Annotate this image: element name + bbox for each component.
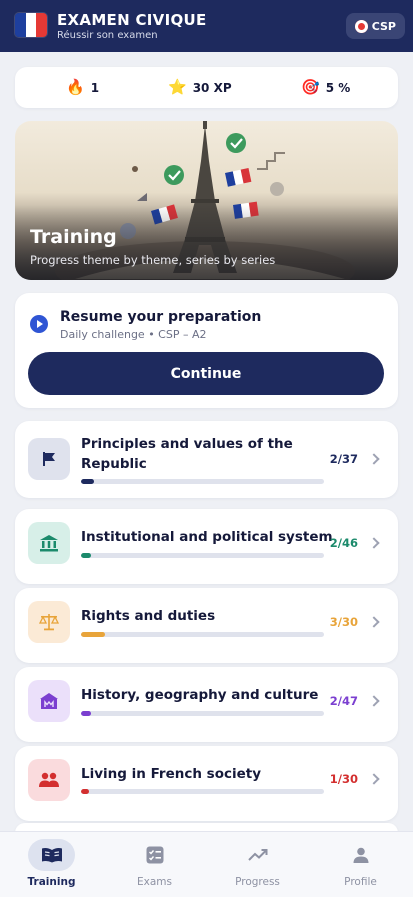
theme-title-line1: Principles and values of the [81,436,293,452]
theme-card-principles[interactable]: Principles and values of the Republic 2/… [15,421,398,498]
theme-count: 2/37 [329,452,358,466]
theme-count: 2/46 [329,536,358,550]
chevron-right-icon [368,616,380,628]
theme-title-line2: Republic [81,456,147,472]
fire-icon: 🔥 [66,78,85,96]
theme-card-society[interactable]: Living in French society 1/30 [15,746,398,821]
target-icon: 🎯 [301,78,320,96]
scales-icon [28,601,70,643]
score-stat: 🎯 5 % [301,67,350,108]
level-badge-label: CSP [371,19,396,33]
theme-count: 1/30 [329,772,358,786]
people-icon [28,759,70,801]
institution-icon [28,522,70,564]
theme-count: 2/47 [329,694,358,708]
museum-icon [28,680,70,722]
flag-blue-stripe [15,13,26,37]
continue-button[interactable]: Continue [28,352,384,395]
tab-profile[interactable]: Profile [309,832,412,897]
app-header: EXAMEN CIVIQUE Réussir son examen CSP [0,0,413,52]
theme-title: Institutional and political system [81,529,333,545]
stats-bar: 🔥 1 ⭐ 30 XP 🎯 5 % [15,67,398,108]
book-icon [28,839,75,871]
level-badge[interactable]: CSP [345,13,405,39]
theme-progress-fill [81,789,90,794]
streak-value: 1 [90,80,100,95]
theme-progress-bar [81,632,324,637]
hero-subtitle: Progress theme by theme, series by serie… [30,253,276,267]
theme-progress-bar [81,553,324,558]
chevron-right-icon [368,537,380,549]
tab-exams[interactable]: Exams [103,832,206,897]
resume-card: Resume your preparation Daily challenge … [15,293,398,408]
chevron-right-icon [368,695,380,707]
theme-title: History, geography and culture [81,687,319,703]
theme-progress-bar [81,479,324,484]
score-value: 5 % [325,80,351,95]
chevron-right-icon [368,773,380,785]
streak-stat: 🔥 1 [66,67,99,108]
bottom-tab-bar: Training Exams Progress Profile [0,831,413,897]
app-title: EXAMEN CIVIQUE [57,11,207,29]
star-icon: ⭐ [168,78,187,96]
theme-progress-fill [81,553,92,558]
person-icon [337,839,384,871]
flag-icon [28,438,70,480]
theme-progress-fill [81,479,95,484]
hero-title: Training [30,226,117,248]
resume-subtitle: Daily challenge • CSP – A2 [60,328,207,341]
tab-label: Exams [137,876,172,888]
theme-progress-fill [81,711,92,716]
theme-card-history[interactable]: History, geography and culture 2/47 [15,667,398,742]
chevron-right-icon [368,453,380,465]
french-flag-icon [15,13,47,37]
theme-card-institutional[interactable]: Institutional and political system 2/46 [15,509,398,584]
theme-card-rights[interactable]: Rights and duties 3/30 [15,588,398,663]
theme-progress-bar [81,789,324,794]
tab-label: Progress [235,876,280,888]
theme-progress-bar [81,711,324,716]
flag-red-stripe [36,13,47,37]
resume-title: Resume your preparation [60,309,262,325]
exam-icon [131,839,178,871]
tab-training[interactable]: Training [0,832,103,897]
theme-count: 3/30 [329,615,358,629]
theme-title: Living in French society [81,766,262,782]
theme-progress-fill [81,632,106,637]
theme-title: Principles and values of the Republic [81,434,311,474]
xp-stat: ⭐ 30 XP [168,67,232,108]
theme-title: Rights and duties [81,608,216,624]
training-hero-banner: Training Progress theme by theme, series… [15,121,398,280]
xp-value: 30 XP [192,80,232,95]
tab-progress[interactable]: Progress [206,832,309,897]
tab-label: Training [27,876,76,888]
target-icon [354,19,368,33]
trend-icon [234,839,281,871]
app-subtitle: Réussir son examen [57,30,158,41]
play-icon [30,315,48,333]
tab-label: Profile [344,876,377,888]
flag-white-stripe [25,13,37,37]
